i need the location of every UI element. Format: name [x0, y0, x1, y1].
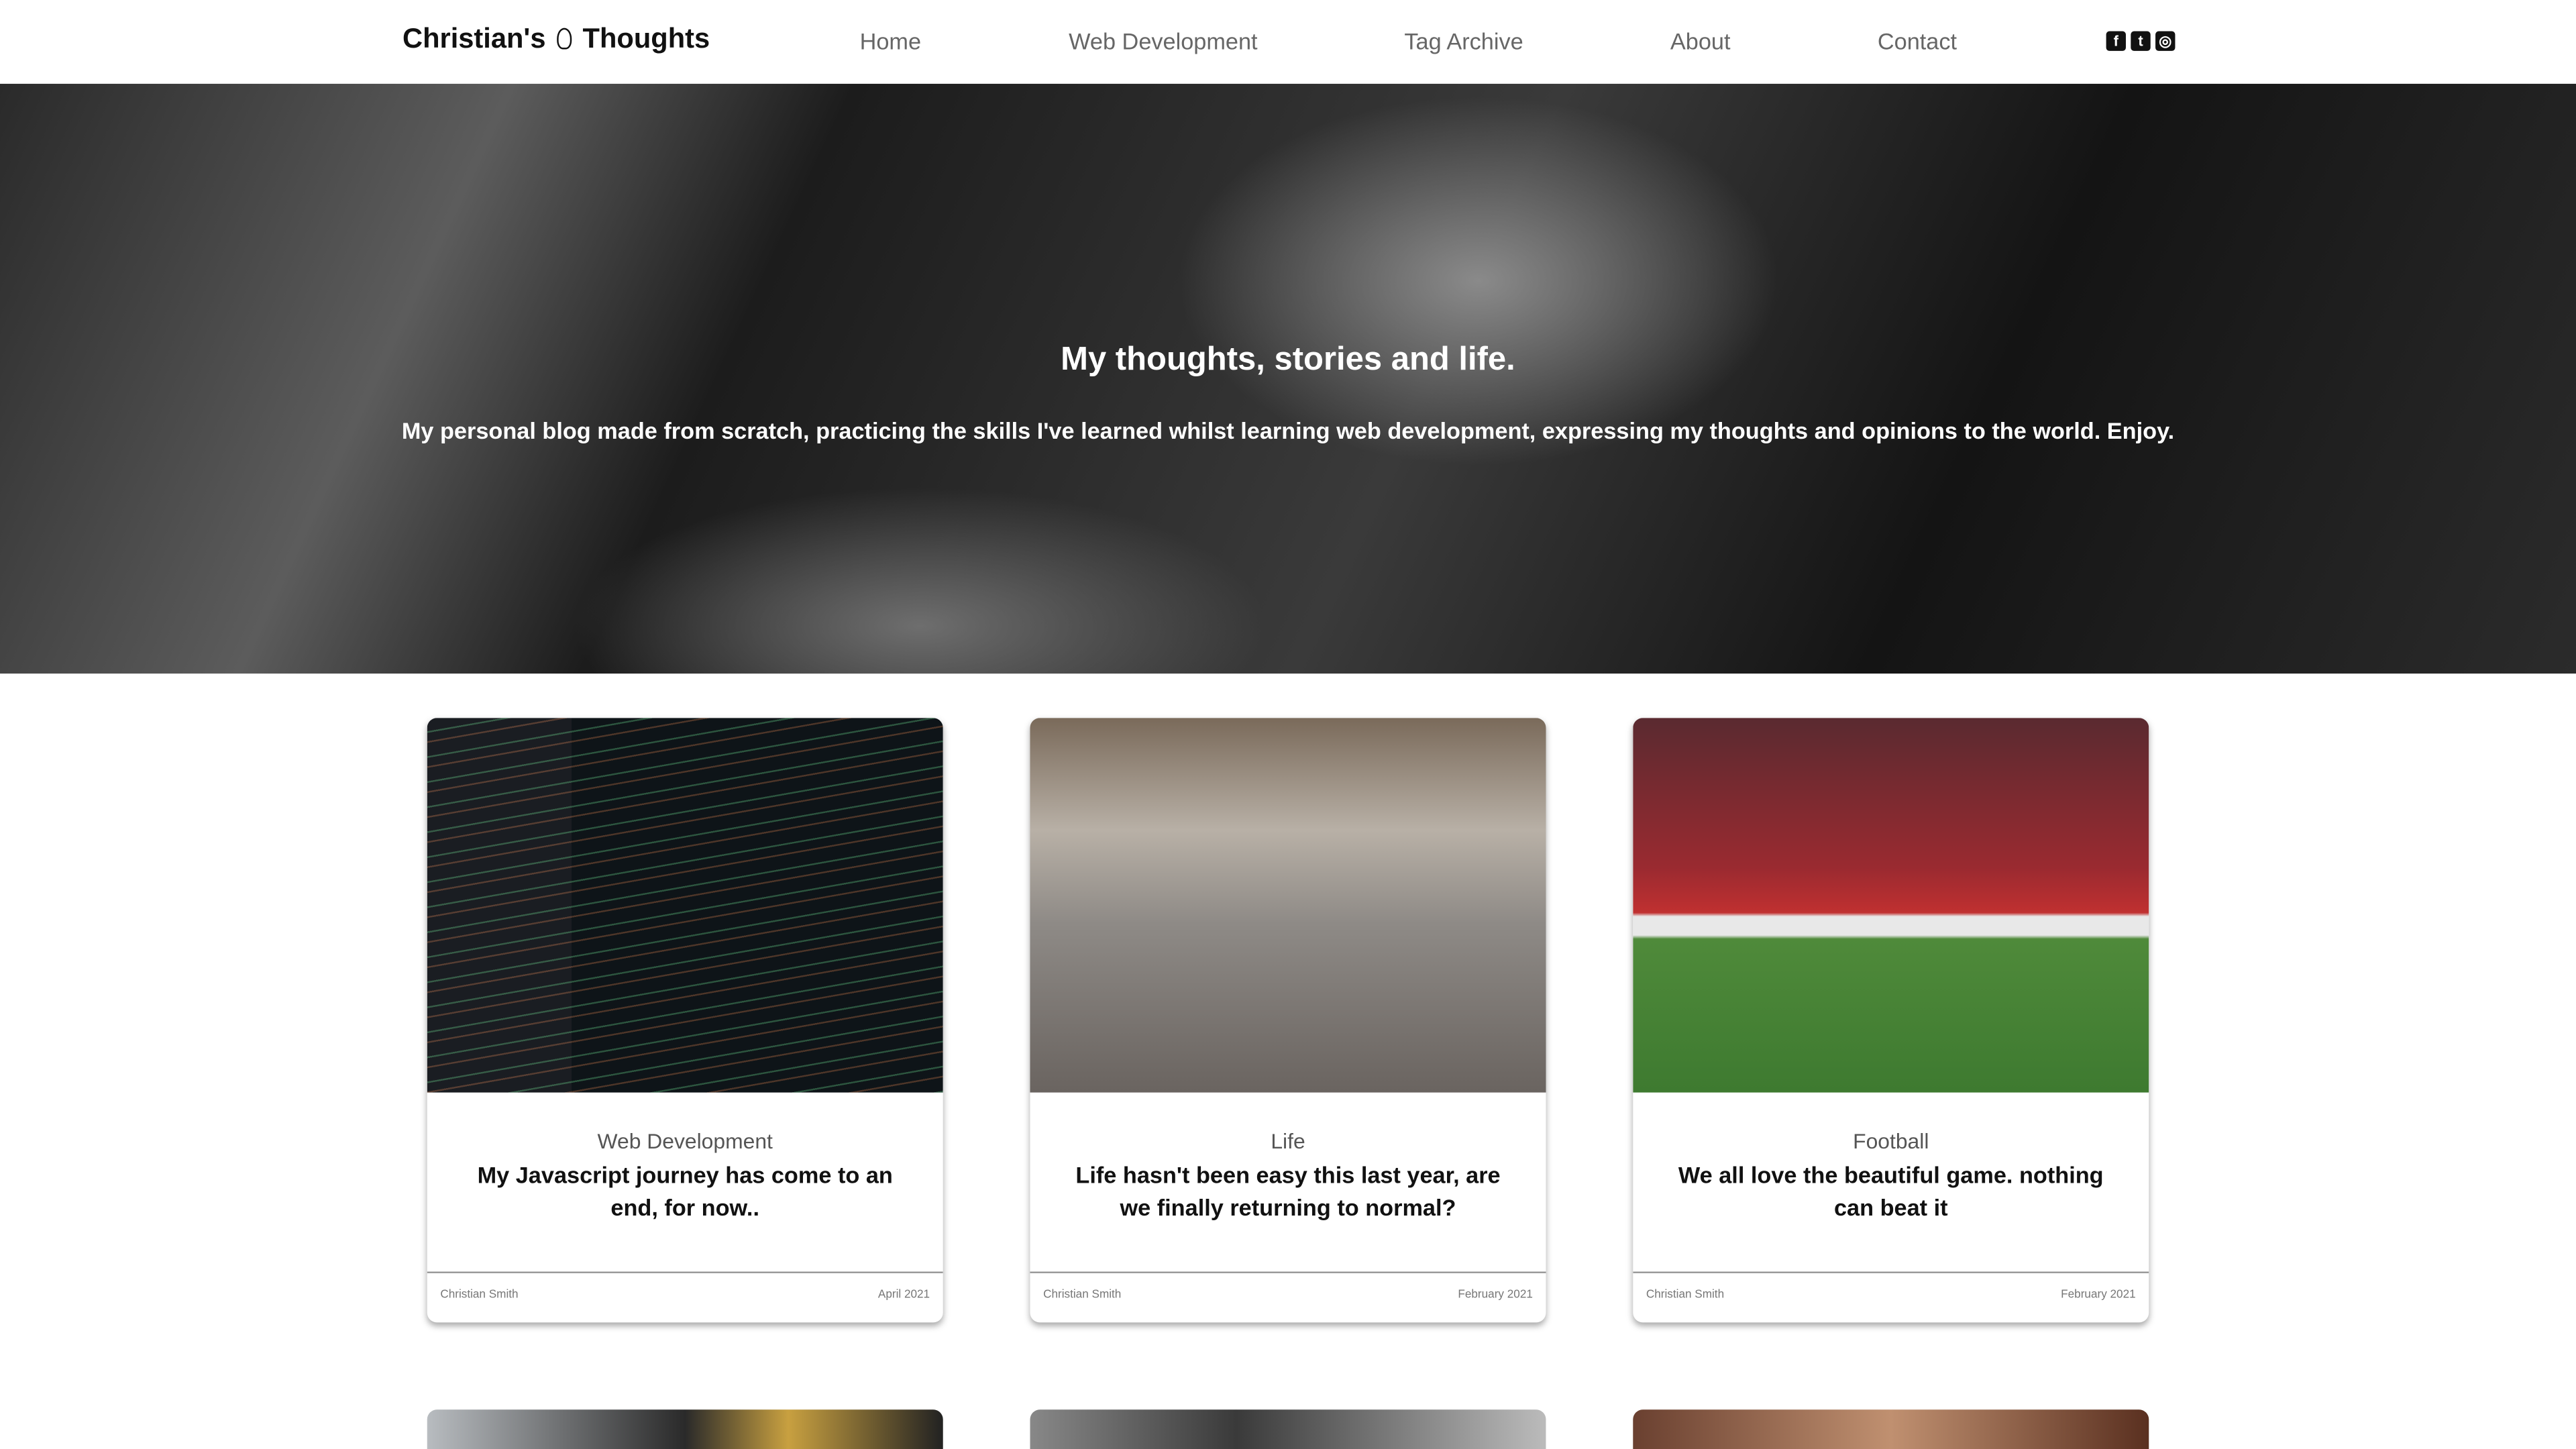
post-card[interactable]: Web Development My Javascript journey ha… — [427, 718, 943, 1323]
post-title: We all love the beautiful game. nothing … — [1678, 1161, 2104, 1221]
divider — [427, 1271, 943, 1273]
twitter-icon[interactable]: t — [2131, 31, 2151, 51]
divider — [1030, 1271, 1546, 1273]
post-image — [1030, 718, 1546, 1093]
nav-contact[interactable]: Contact — [1878, 28, 1957, 54]
post-card-image[interactable] — [1030, 1409, 1546, 1449]
site-logo[interactable]: Christian's Thoughts — [402, 23, 710, 56]
nav-tag-archive[interactable]: Tag Archive — [1404, 28, 1523, 54]
post-date: February 2021 — [1458, 1289, 1533, 1301]
post-title: My Javascript journey has come to an end… — [477, 1161, 893, 1221]
hero-banner: My thoughts, stories and life. My person… — [0, 83, 2576, 674]
post-category: Life — [1271, 1128, 1305, 1154]
post-card[interactable]: Football We all love the beautiful game.… — [1633, 718, 2149, 1323]
post-author: Christian Smith — [1043, 1289, 1122, 1301]
post-author: Christian Smith — [440, 1289, 519, 1301]
post-author: Christian Smith — [1646, 1289, 1725, 1301]
post-card-image[interactable] — [427, 1409, 943, 1449]
logo-text: Christian's — [402, 23, 546, 54]
post-card-image[interactable] — [1633, 1409, 2149, 1449]
nav-web-development[interactable]: Web Development — [1069, 28, 1257, 54]
navbar: Christian's Thoughts Home Web Developmen… — [0, 0, 2576, 84]
post-title: Life hasn't been easy this last year, ar… — [1075, 1161, 1501, 1221]
post-category: Football — [1853, 1128, 1929, 1154]
nav-about[interactable]: About — [1670, 28, 1731, 54]
hero-subtitle: My personal blog made from scratch, prac… — [401, 417, 2175, 444]
post-date: February 2021 — [2061, 1289, 2136, 1301]
post-category: Web Development — [597, 1128, 773, 1154]
nav-home[interactable]: Home — [860, 28, 921, 54]
logo-text: Thoughts — [582, 23, 710, 54]
instagram-icon[interactable]: ◎ — [2155, 31, 2176, 51]
hero-title: My thoughts, stories and life. — [1061, 341, 1515, 378]
post-image — [427, 718, 943, 1093]
divider — [1633, 1271, 2149, 1273]
post-date: April 2021 — [877, 1289, 930, 1301]
post-image — [1633, 718, 2149, 1093]
lightbulb-icon — [557, 28, 572, 50]
post-card[interactable]: Life Life hasn't been easy this last yea… — [1030, 718, 1546, 1323]
facebook-icon[interactable]: f — [2106, 31, 2126, 51]
